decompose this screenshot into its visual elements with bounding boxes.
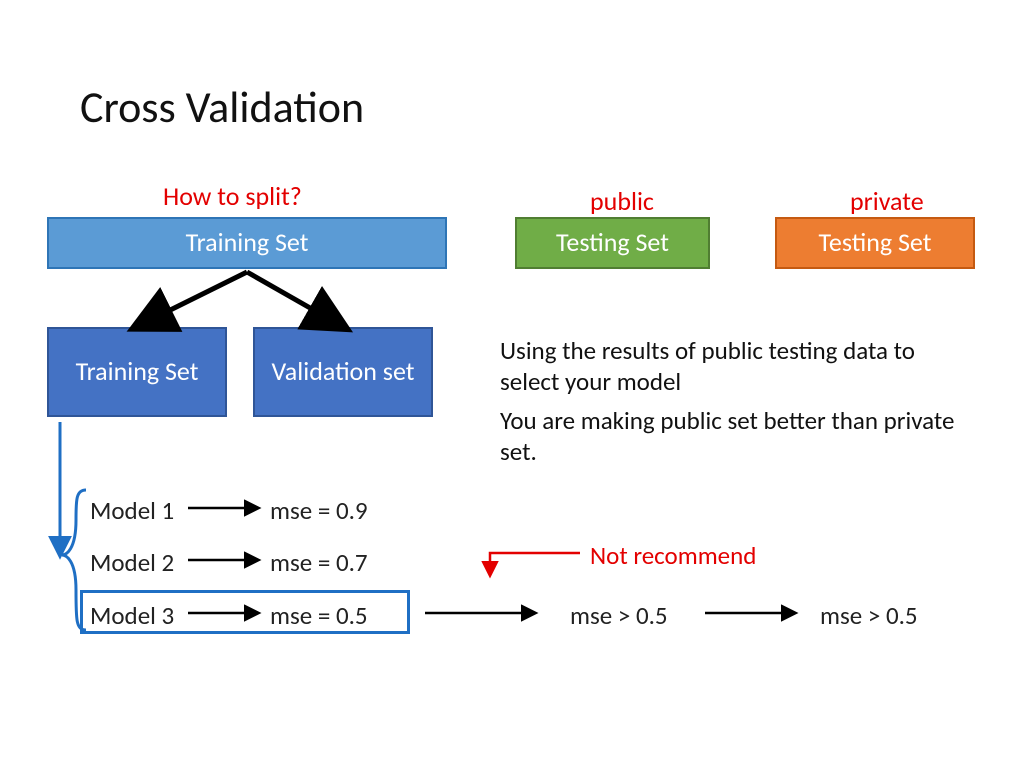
testing-set-private-text: Testing Set [819, 228, 932, 258]
model2-label: Model 2 [90, 547, 174, 578]
model1-mse: mse = 0.9 [270, 495, 368, 526]
testing-set-public-box: Testing Set [515, 217, 710, 269]
body-text-line1: Using the results of public testing data… [500, 335, 970, 398]
validation-set-text: Validation set [272, 357, 415, 387]
validation-set-box: Validation set [253, 327, 433, 417]
training-set-top-box: Training Set [47, 217, 447, 269]
split-arrow-right [247, 272, 340, 325]
how-to-split-label: How to split? [163, 180, 302, 212]
public-mse-result: mse > 0.5 [570, 600, 668, 631]
testing-set-private-box: Testing Set [775, 217, 975, 269]
body-text-line2: You are making public set better than pr… [500, 405, 970, 468]
model1-label: Model 1 [90, 495, 174, 526]
not-recommend-label: Not recommend [590, 540, 756, 571]
selected-model-highlight [80, 590, 410, 634]
not-recommend-arrow [490, 553, 580, 575]
training-set-sub-box: Training Set [47, 327, 227, 417]
public-label: public [590, 185, 654, 217]
model2-mse: mse = 0.7 [270, 547, 368, 578]
training-set-top-text: Training Set [186, 228, 309, 258]
private-label: private [850, 185, 924, 217]
private-mse-result: mse > 0.5 [820, 600, 918, 631]
slide-title: Cross Validation [80, 80, 364, 134]
split-arrow-left [140, 272, 247, 325]
testing-set-public-text: Testing Set [556, 228, 669, 258]
training-set-sub-text: Training Set [76, 357, 199, 387]
